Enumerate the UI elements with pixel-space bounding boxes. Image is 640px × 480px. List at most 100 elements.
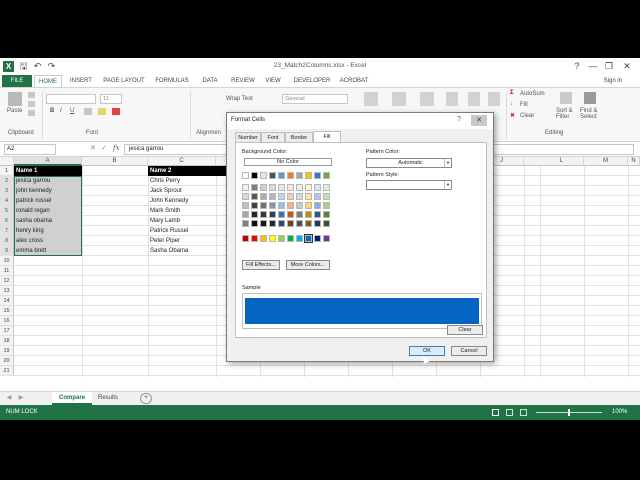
cut-icon[interactable] xyxy=(28,92,35,98)
paste-icon[interactable] xyxy=(8,92,22,106)
theme-color-swatch[interactable] xyxy=(278,202,285,209)
theme-color-swatch[interactable] xyxy=(278,184,285,191)
close-button[interactable]: ✕ xyxy=(620,60,634,72)
header-cell[interactable]: Name 2 xyxy=(148,166,226,176)
theme-color-swatch[interactable] xyxy=(251,220,258,227)
table-cell[interactable]: Peter Piper xyxy=(148,236,226,246)
tab-home[interactable]: HOME xyxy=(34,75,62,87)
table-cell[interactable]: Patrick Russel xyxy=(148,226,226,236)
borders-icon[interactable] xyxy=(84,108,92,115)
standard-color-swatch[interactable] xyxy=(304,234,313,243)
number-format-combo[interactable]: General xyxy=(282,94,348,104)
format-cells-icon[interactable] xyxy=(488,92,500,106)
row-header[interactable]: 12 xyxy=(0,276,14,286)
standard-color-swatch[interactable] xyxy=(251,235,258,242)
theme-color-swatch[interactable] xyxy=(314,184,321,191)
scroll-left-icon[interactable]: ◀ xyxy=(4,392,14,405)
theme-color-swatch[interactable] xyxy=(269,211,276,218)
find-select-button[interactable]: Find & Select xyxy=(580,108,604,120)
cancel-entry-icon[interactable]: ✕ xyxy=(90,144,96,152)
row-header[interactable]: 14 xyxy=(0,296,14,306)
sort-filter-icon[interactable] xyxy=(560,92,572,104)
dialog-close-button[interactable]: ✕ xyxy=(471,115,487,126)
select-all-corner[interactable] xyxy=(0,157,14,166)
font-size-combo[interactable]: 11 xyxy=(100,94,122,104)
scroll-right-icon[interactable]: ▶ xyxy=(16,392,26,405)
bold-button[interactable]: B xyxy=(50,108,54,114)
theme-color-swatch[interactable] xyxy=(269,184,276,191)
table-cell[interactable]: Chris Perry xyxy=(148,176,226,186)
cell-styles-icon[interactable] xyxy=(420,92,434,106)
theme-color-swatch[interactable] xyxy=(278,220,285,227)
theme-color-swatch[interactable] xyxy=(278,172,285,179)
tab-formulas[interactable]: FORMULAS xyxy=(152,75,192,87)
row-header[interactable]: 16 xyxy=(0,316,14,326)
theme-color-swatch[interactable] xyxy=(269,172,276,179)
tab-file[interactable]: FILE xyxy=(2,75,32,87)
tab-developer[interactable]: DEVELOPER xyxy=(292,75,332,87)
row-header[interactable]: 8 xyxy=(0,236,14,246)
column-header[interactable]: A xyxy=(14,157,82,166)
theme-color-swatch[interactable] xyxy=(314,211,321,218)
theme-color-swatch[interactable] xyxy=(251,172,258,179)
standard-color-swatch[interactable] xyxy=(296,235,303,242)
clear-button[interactable]: Clear xyxy=(447,325,483,335)
font-color-icon[interactable] xyxy=(112,108,120,115)
row-header[interactable]: 13 xyxy=(0,286,14,296)
theme-color-swatch[interactable] xyxy=(278,193,285,200)
underline-button[interactable]: U xyxy=(70,108,74,114)
no-color-button[interactable]: No Color xyxy=(244,158,332,166)
fill-color-icon[interactable] xyxy=(98,108,106,115)
theme-color-swatch[interactable] xyxy=(314,172,321,179)
format-painter-icon[interactable] xyxy=(28,110,35,116)
zoom-slider-thumb[interactable] xyxy=(568,409,570,416)
insert-cells-icon[interactable] xyxy=(446,92,458,106)
name-box[interactable]: A2 xyxy=(4,144,56,155)
theme-color-swatch[interactable] xyxy=(296,211,303,218)
row-header[interactable]: 15 xyxy=(0,306,14,316)
row-header[interactable]: 7 xyxy=(0,226,14,236)
tab-insert[interactable]: INSERT xyxy=(66,75,96,87)
tab-page-layout[interactable]: PAGE LAYOUT xyxy=(100,75,148,87)
fill-icon[interactable]: ↓ xyxy=(510,101,513,107)
theme-color-swatch[interactable] xyxy=(287,193,294,200)
find-select-icon[interactable] xyxy=(584,92,596,104)
row-header[interactable]: 4 xyxy=(0,196,14,206)
theme-color-swatch[interactable] xyxy=(296,184,303,191)
row-header[interactable]: 18 xyxy=(0,336,14,346)
font-name-combo[interactable] xyxy=(46,94,96,104)
theme-color-swatch[interactable] xyxy=(251,202,258,209)
column-header[interactable]: M xyxy=(584,157,628,166)
theme-color-swatch[interactable] xyxy=(323,220,330,227)
standard-color-swatch[interactable] xyxy=(242,235,249,242)
theme-color-swatch[interactable] xyxy=(251,193,258,200)
row-header[interactable]: 9 xyxy=(0,246,14,256)
table-cell[interactable]: Sasha Obama xyxy=(148,246,226,256)
tab-acrobat[interactable]: ACROBAT xyxy=(336,75,372,87)
theme-color-swatch[interactable] xyxy=(305,211,312,218)
tab-data[interactable]: DATA xyxy=(196,75,224,87)
theme-color-swatch[interactable] xyxy=(269,193,276,200)
pattern-color-dropdown[interactable]: Automatic ▼ xyxy=(366,158,452,168)
column-header[interactable]: C xyxy=(148,157,216,166)
conditional-formatting-icon[interactable] xyxy=(364,92,378,106)
theme-color-swatch[interactable] xyxy=(314,220,321,227)
restore-button[interactable]: ❐ xyxy=(602,60,616,72)
row-header[interactable]: 20 xyxy=(0,356,14,366)
row-header[interactable]: 1 xyxy=(0,166,14,176)
more-colors-button[interactable]: More Colors... xyxy=(286,260,330,270)
theme-color-swatch[interactable] xyxy=(314,202,321,209)
theme-color-swatch[interactable] xyxy=(287,220,294,227)
theme-color-swatch[interactable] xyxy=(287,184,294,191)
theme-color-swatch[interactable] xyxy=(269,220,276,227)
page-layout-view-icon[interactable] xyxy=(506,409,513,416)
row-header[interactable]: 3 xyxy=(0,186,14,196)
theme-color-swatch[interactable] xyxy=(260,172,267,179)
theme-color-swatch[interactable] xyxy=(260,184,267,191)
theme-color-swatch[interactable] xyxy=(296,193,303,200)
italic-button[interactable]: I xyxy=(60,108,62,114)
standard-color-swatch[interactable] xyxy=(278,235,285,242)
theme-color-swatch[interactable] xyxy=(305,184,312,191)
tab-view[interactable]: VIEW xyxy=(260,75,286,87)
theme-color-swatch[interactable] xyxy=(305,202,312,209)
